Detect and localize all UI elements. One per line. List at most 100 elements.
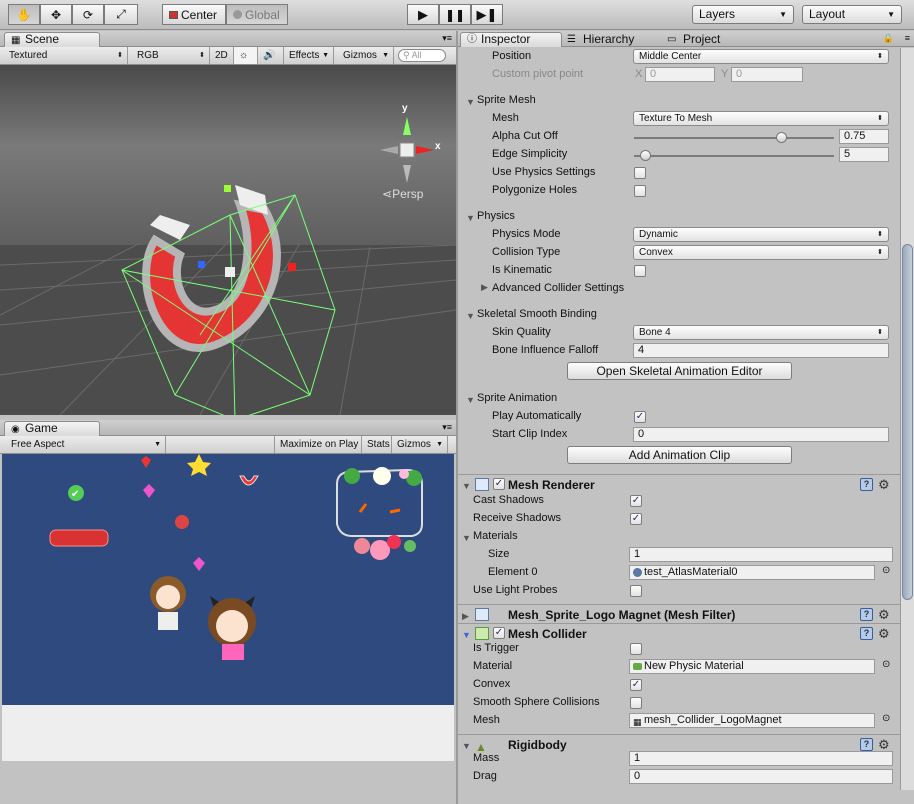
inspector-scrollbar[interactable] — [900, 48, 914, 790]
element0-field[interactable]: test_AtlasMaterial0 — [629, 565, 875, 580]
step-button[interactable]: ▶❚ — [471, 4, 503, 25]
lock-icon[interactable]: 🔒 — [883, 33, 894, 44]
is-kinematic-checkbox[interactable] — [634, 265, 646, 277]
sprite-animation-header[interactable]: Sprite Animation — [477, 392, 557, 404]
start-clip-field[interactable]: 0 — [633, 427, 889, 442]
edge-slider-knob[interactable] — [639, 150, 651, 161]
help-icon[interactable]: ? — [860, 738, 873, 751]
position-dropdown[interactable]: Middle Center ⬍ — [633, 49, 889, 64]
tab-inspector[interactable]: ⓘ Inspector — [460, 32, 562, 47]
smooth-sphere-checkbox[interactable] — [630, 697, 642, 709]
foldout-open-icon[interactable]: ▼ — [466, 97, 475, 107]
mesh-collider-header[interactable]: ▼ ✓ Mesh Collider ? ⚙ — [458, 623, 900, 643]
object-picker-icon[interactable]: ⊙ — [882, 659, 890, 670]
tab-game[interactable]: ◉ Game — [4, 421, 100, 436]
persp-label[interactable]: ⋖Persp — [382, 187, 423, 201]
foldout-open-icon[interactable]: ▼ — [462, 625, 471, 645]
help-icon[interactable]: ? — [860, 608, 873, 621]
gear-icon[interactable]: ⚙ — [878, 738, 890, 751]
rotate-tool-button[interactable]: ⟳ — [72, 4, 104, 25]
gizmos-dropdown[interactable]: Gizmos ▼ — [338, 47, 394, 64]
open-skeletal-editor-button[interactable]: Open Skeletal Animation Editor — [567, 362, 792, 380]
foldout-open-icon[interactable]: ▼ — [462, 736, 471, 756]
foldout-open-icon[interactable]: ▼ — [462, 476, 471, 496]
foldout-open-icon[interactable]: ▼ — [466, 311, 475, 321]
foldout-closed-icon[interactable]: ▶ — [481, 282, 488, 293]
color-mode-dropdown[interactable]: RGB ⬍ — [132, 47, 210, 64]
orientation-gizmo[interactable]: y x — [372, 103, 442, 185]
receive-shadows-checkbox[interactable]: ✓ — [630, 513, 642, 525]
gear-icon[interactable]: ⚙ — [878, 627, 890, 640]
scale-tool-button[interactable]: ⤢ — [104, 4, 138, 25]
gear-icon[interactable]: ⚙ — [878, 608, 890, 621]
gear-icon[interactable]: ⚙ — [878, 478, 890, 491]
edge-simplicity-slider[interactable] — [634, 147, 834, 165]
panel-menu-icon[interactable]: ▾≡ — [442, 422, 452, 433]
alpha-cutoff-field[interactable]: 0.75 — [839, 129, 889, 144]
light-probes-checkbox[interactable] — [630, 585, 642, 597]
polygonize-checkbox[interactable] — [634, 185, 646, 197]
play-automatically-checkbox[interactable]: ✓ — [634, 411, 646, 423]
pause-button[interactable]: ❚❚ — [439, 4, 471, 25]
mesh-renderer-enabled-checkbox[interactable]: ✓ — [493, 478, 505, 490]
tab-scene[interactable]: ▦ Scene — [4, 32, 100, 47]
scrollbar-thumb[interactable] — [902, 244, 913, 600]
tab-hierarchy[interactable]: ☰ Hierarchy — [562, 32, 662, 47]
mesh-dropdown[interactable]: Texture To Mesh ⬍ — [633, 111, 889, 126]
drag-field[interactable]: 0 — [629, 769, 893, 784]
collider-material-field[interactable]: New Physic Material — [629, 659, 875, 674]
mesh-renderer-header[interactable]: ▼ ✓ Mesh Renderer ? ⚙ — [458, 474, 900, 494]
mesh-filter-header[interactable]: ▶ Mesh_Sprite_Logo Magnet (Mesh Filter) … — [458, 604, 900, 624]
audio-toggle[interactable]: 🔊 — [258, 47, 284, 64]
alpha-cutoff-slider[interactable] — [634, 129, 834, 147]
physics-mode-dropdown[interactable]: Dynamic ⬍ — [633, 227, 889, 242]
panel-menu-icon[interactable]: ▾≡ — [442, 33, 452, 44]
cast-shadows-checkbox[interactable]: ✓ — [630, 495, 642, 507]
advanced-collider-foldout[interactable]: Advanced Collider Settings — [492, 282, 624, 294]
convex-checkbox[interactable]: ✓ — [630, 679, 642, 691]
skeletal-header[interactable]: Skeletal Smooth Binding — [477, 308, 597, 320]
alpha-slider-knob[interactable] — [775, 132, 787, 143]
foldout-open-icon[interactable]: ▼ — [466, 395, 475, 405]
add-animation-clip-button[interactable]: Add Animation Clip — [567, 446, 792, 464]
tab-project[interactable]: ▭ Project — [662, 32, 752, 47]
game-view[interactable]: ✔ — [2, 454, 454, 705]
mesh-collider-enabled-checkbox[interactable]: ✓ — [493, 627, 505, 639]
effects-dropdown[interactable]: Effects ▼ — [284, 47, 334, 64]
physics-header[interactable]: Physics — [477, 210, 515, 222]
layout-dropdown[interactable]: Layout ▼ — [802, 5, 902, 24]
maximize-on-play-toggle[interactable]: Maximize on Play — [274, 436, 362, 453]
panel-menu-icon[interactable]: ≡ — [905, 33, 910, 43]
help-icon[interactable]: ? — [860, 627, 873, 640]
play-button[interactable]: ▶ — [407, 4, 439, 25]
collision-type-dropdown[interactable]: Convex ⬍ — [633, 245, 889, 260]
hand-tool-button[interactable]: ✋ — [8, 4, 40, 25]
skin-quality-dropdown[interactable]: Bone 4 ⬍ — [633, 325, 889, 340]
lighting-toggle[interactable]: ☼ — [234, 47, 258, 64]
aspect-dropdown[interactable]: Free Aspect ▼ — [6, 436, 166, 453]
bone-falloff-field[interactable]: 4 — [633, 343, 889, 358]
pivot-global-button[interactable]: Global — [226, 4, 288, 25]
stats-toggle[interactable]: Stats — [362, 436, 392, 453]
2d-toggle[interactable]: 2D — [210, 47, 234, 64]
move-tool-button[interactable]: ✥ — [40, 4, 72, 25]
is-trigger-checkbox[interactable] — [630, 643, 642, 655]
scene-viewport[interactable]: y x ⋖Persp — [0, 65, 456, 415]
object-picker-icon[interactable]: ⊙ — [882, 565, 890, 576]
object-picker-icon[interactable]: ⊙ — [882, 713, 890, 724]
collider-mesh-field[interactable]: ▦ mesh_Collider_LogoMagnet — [629, 713, 875, 728]
use-physics-checkbox[interactable] — [634, 167, 646, 179]
layers-dropdown[interactable]: Layers ▼ — [692, 5, 794, 24]
foldout-open-icon[interactable]: ▼ — [462, 533, 471, 543]
render-mode-dropdown[interactable]: Textured ⬍ — [4, 47, 128, 64]
materials-size-field[interactable]: 1 — [629, 547, 893, 562]
pivot-center-button[interactable]: Center — [162, 4, 226, 25]
game-gizmos-dropdown[interactable]: Gizmos ▼ — [392, 436, 448, 453]
foldout-open-icon[interactable]: ▼ — [466, 213, 475, 223]
help-icon[interactable]: ? — [860, 478, 873, 491]
edge-simplicity-field[interactable]: 5 — [839, 147, 889, 162]
scene-search-input[interactable]: ⚲ All — [398, 49, 446, 62]
sprite-mesh-header[interactable]: Sprite Mesh — [477, 94, 536, 106]
materials-foldout[interactable]: Materials — [473, 530, 518, 542]
mass-field[interactable]: 1 — [629, 751, 893, 766]
